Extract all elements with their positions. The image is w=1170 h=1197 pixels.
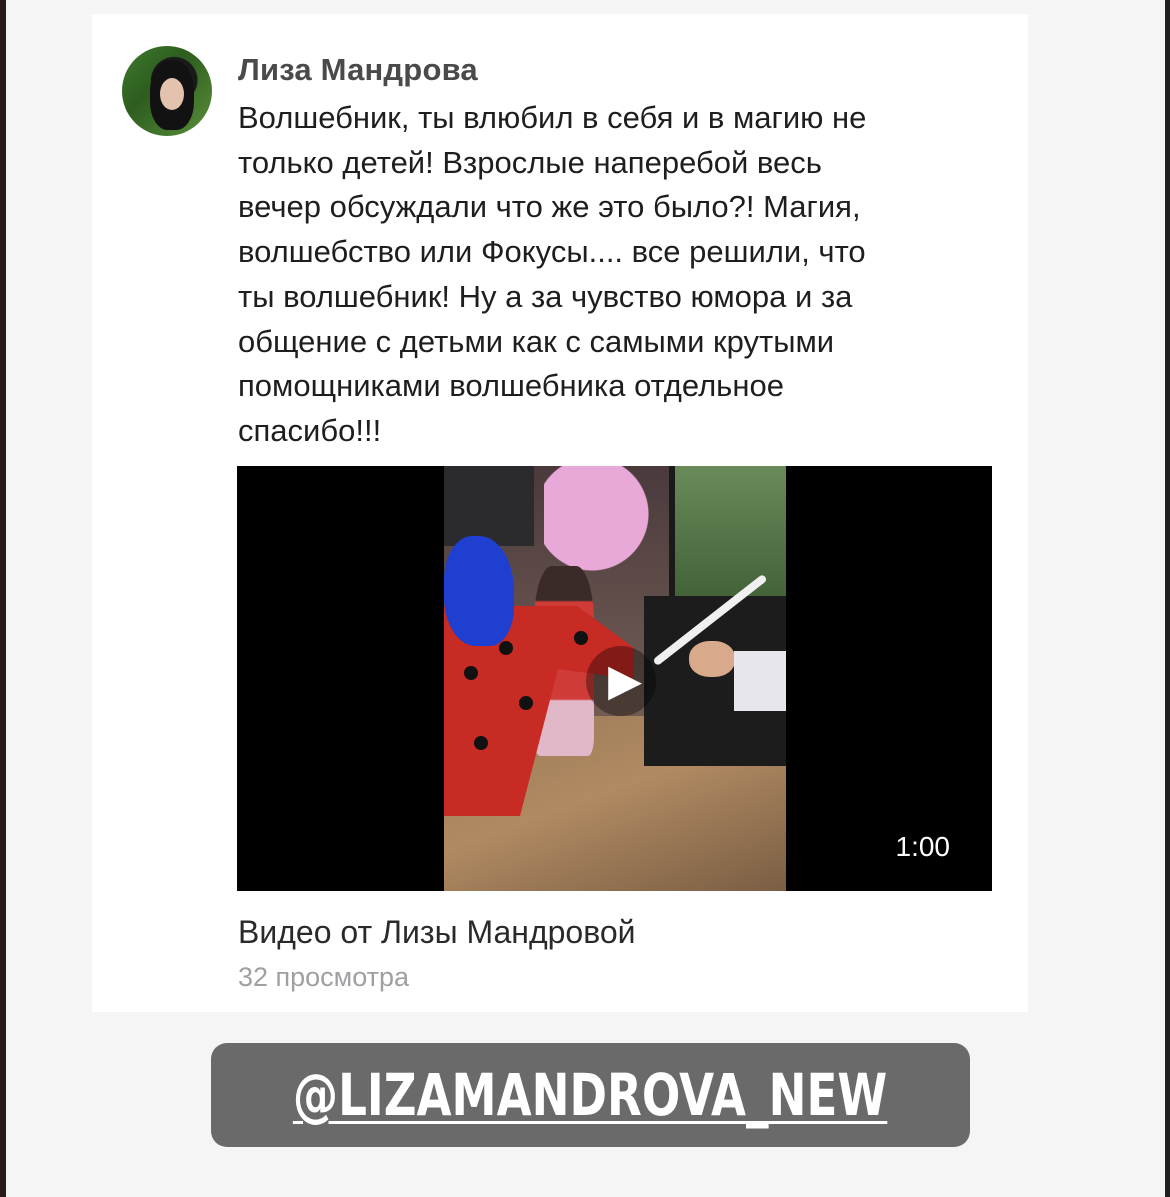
author-name[interactable]: Лиза Мандрова: [238, 52, 478, 88]
thumbnail-sleeve: [734, 651, 786, 711]
costume-dot: [474, 736, 488, 750]
costume-dot: [499, 641, 513, 655]
thumbnail-blue-wig: [444, 536, 514, 646]
video-title[interactable]: Видео от Лизы Мандровой: [238, 914, 636, 951]
left-edge: [0, 0, 6, 1197]
mention-handle: @LIZAMANDROVA_NEW: [293, 1061, 888, 1129]
thumbnail-hand: [689, 641, 735, 677]
view-count: 32 просмотра: [238, 962, 410, 992]
video-duration: 1:00: [895, 831, 951, 862]
avatar[interactable]: [122, 46, 212, 136]
thumbnail-bg-person: [444, 466, 534, 546]
post-text: Волшебник, ты влюбил в себя и в магию не…: [238, 100, 867, 448]
costume-dot: [464, 666, 478, 680]
right-edge: [1165, 0, 1170, 1197]
avatar-face: [160, 78, 184, 110]
post-card: Лиза Мандрова Волшебник, ты влюбил в себ…: [92, 14, 1028, 1012]
mention-sticker[interactable]: @LIZAMANDROVA_NEW: [211, 1043, 970, 1147]
video-player[interactable]: ▶ 1:00: [237, 466, 992, 891]
thumbnail-bg-aquarium: [669, 466, 786, 611]
costume-dot: [574, 631, 588, 645]
costume-dot: [519, 696, 533, 710]
play-icon[interactable]: ▶: [586, 646, 656, 716]
